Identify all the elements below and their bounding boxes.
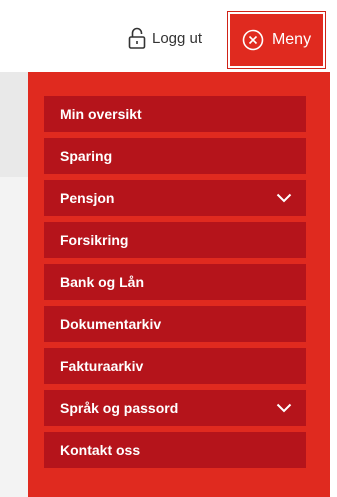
menu-item-label: Sparing [60, 148, 113, 164]
menu-item-label: Kontakt oss [60, 442, 141, 458]
menu-item-label: Dokumentarkiv [60, 316, 162, 332]
menu-item-kontakt-oss[interactable]: Kontakt oss [44, 432, 306, 468]
menu-item-label: Språk og passord [60, 400, 179, 416]
menu-item-label: Min oversikt [60, 106, 142, 122]
menu-panel: Min oversikt Sparing Pensjon Forsikring Bank… [28, 72, 330, 497]
menu-item-språk-og-passord[interactable]: Språk og passord [44, 390, 306, 426]
chevron-down-icon[interactable] [276, 193, 292, 203]
menu-item-label: Pensjon [60, 190, 115, 206]
chevron-down-icon[interactable] [276, 403, 292, 413]
menu-item-pensjon[interactable]: Pensjon [44, 180, 306, 216]
close-circle-icon [242, 29, 264, 51]
menu-item-label: Fakturaarkiv [60, 358, 144, 374]
logout-button[interactable]: Logg ut [128, 26, 202, 50]
padlock-icon [128, 27, 146, 49]
menu-item-fakturaarkiv[interactable]: Fakturaarkiv [44, 348, 306, 384]
logout-label: Logg ut [152, 29, 203, 47]
menu-item-bank-og-lån[interactable]: Bank og Lån [44, 264, 306, 300]
menu-item-label: Forsikring [60, 232, 129, 248]
top-bar: Logg ut Meny [0, 0, 337, 72]
menu-item-dokumentarkiv[interactable]: Dokumentarkiv [44, 306, 306, 342]
menu-item-min-oversikt[interactable]: Min oversikt [44, 96, 306, 132]
menu-item-sparing[interactable]: Sparing [44, 138, 306, 174]
menu-item-label: Bank og Lån [60, 274, 145, 290]
menu-label: Meny [271, 31, 312, 48]
menu-button[interactable]: Meny [227, 11, 326, 69]
menu-item-forsikring[interactable]: Forsikring [44, 222, 306, 258]
menu-list: Min oversikt Sparing Pensjon Forsikring Bank… [44, 96, 306, 474]
